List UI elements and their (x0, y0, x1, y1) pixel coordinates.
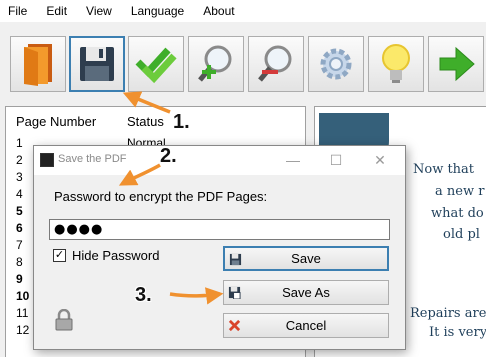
column-header-status[interactable]: Status (127, 114, 164, 129)
dialog-title-bar[interactable]: Save the PDF — ☐ ✕ (34, 146, 405, 175)
save-pdf-dialog: Save the PDF — ☐ ✕ Password to encrypt t… (33, 145, 406, 350)
save-button-label: Save (291, 251, 321, 266)
table-row[interactable]: 5 (16, 204, 23, 218)
minimize-icon[interactable]: — (282, 150, 304, 170)
step-2-label: 2. (160, 145, 177, 167)
cancel-button[interactable]: Cancel (223, 313, 389, 338)
table-row[interactable]: 9 (16, 272, 23, 286)
save-button[interactable] (69, 36, 125, 92)
save-as-button-label: Save As (282, 285, 330, 300)
preview-text-line: Repairs are (410, 306, 486, 321)
verify-button[interactable] (128, 36, 184, 92)
checkmarks-icon (135, 47, 177, 84)
hide-password-option[interactable]: ✓ Hide Password (53, 248, 159, 263)
table-row[interactable]: 2 (16, 153, 23, 167)
table-row[interactable]: 12 (16, 323, 29, 337)
cancel-icon (228, 319, 241, 332)
lock-icon (55, 309, 73, 331)
table-row[interactable]: 4 (16, 187, 23, 201)
add-zoom-icon (198, 45, 232, 82)
menu-edit[interactable]: Edit (36, 0, 76, 22)
preview-text-line: Now that (413, 162, 475, 177)
preview-text-line: what do (431, 206, 484, 221)
column-header-page-number[interactable]: Page Number (16, 114, 96, 129)
hide-password-label: Hide Password (72, 248, 160, 263)
menu-file[interactable]: File (0, 0, 36, 22)
next-button[interactable] (428, 36, 484, 92)
password-label: Password to encrypt the PDF Pages: (54, 189, 268, 204)
zoom-out-button[interactable] (248, 36, 304, 92)
table-row[interactable]: 1 (16, 136, 23, 150)
help-tips-button[interactable] (368, 36, 424, 92)
step-1-label: 1. (173, 111, 190, 133)
menu-language[interactable]: Language (121, 0, 193, 22)
save-icon (229, 253, 242, 266)
maximize-icon[interactable]: ☐ (325, 150, 347, 170)
preview-text-line: It is very (429, 325, 486, 340)
save-as-button[interactable]: Save As (223, 280, 389, 305)
preview-text-line: a new r (435, 184, 485, 199)
preview-text-line: old pl (443, 227, 480, 242)
toolbar (0, 30, 486, 98)
password-field[interactable]: ●●●● (49, 219, 390, 240)
app-icon (40, 153, 54, 167)
save-button[interactable]: Save (223, 246, 389, 271)
table-row[interactable]: 3 (16, 170, 23, 184)
table-row[interactable]: 7 (16, 238, 23, 252)
step-3-label: 3. (135, 284, 152, 306)
table-row[interactable]: 11 (16, 306, 28, 320)
dialog-title: Save the PDF (58, 153, 127, 165)
next-arrow-icon (439, 46, 475, 82)
lightbulb-icon (382, 44, 410, 83)
settings-gear-icon (320, 48, 352, 80)
table-row[interactable]: 6 (16, 221, 23, 235)
menu-bar: File Edit View Language About (0, 0, 486, 22)
cancel-button-label: Cancel (285, 318, 327, 333)
remove-zoom-icon (258, 45, 292, 82)
close-icon[interactable]: ✕ (369, 150, 391, 170)
open-pdf-icon (24, 44, 52, 86)
open-pdf-button[interactable] (10, 36, 66, 92)
menu-about[interactable]: About (193, 0, 243, 22)
menu-view[interactable]: View (76, 0, 121, 22)
save-as-icon (228, 286, 241, 299)
save-icon (80, 47, 114, 81)
zoom-in-button[interactable] (188, 36, 244, 92)
settings-button[interactable] (308, 36, 364, 92)
table-row[interactable]: 10 (16, 289, 29, 303)
hide-password-checkbox[interactable]: ✓ (53, 249, 66, 262)
table-row[interactable]: 8 (16, 255, 23, 269)
